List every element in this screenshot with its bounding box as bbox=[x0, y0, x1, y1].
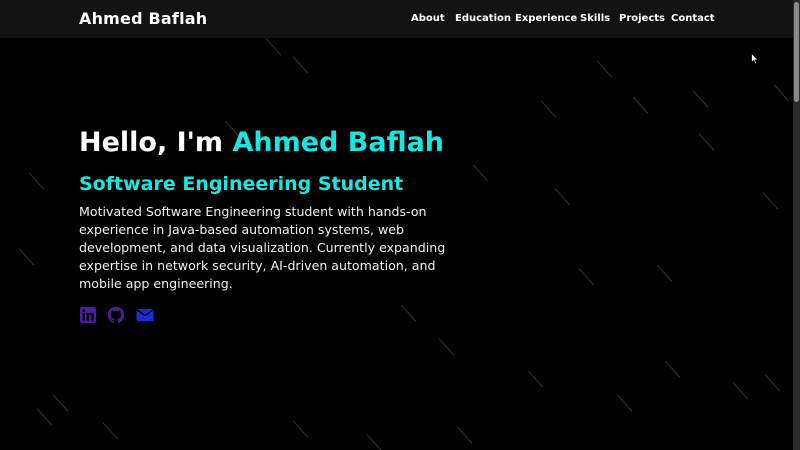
scrollbar-thumb[interactable] bbox=[794, 2, 799, 102]
nav-link-education[interactable]: Education bbox=[455, 13, 511, 24]
mail-icon[interactable] bbox=[136, 306, 154, 324]
nav-link-experience[interactable]: Experience bbox=[515, 13, 577, 24]
hero-role: Software Engineering Student bbox=[79, 173, 404, 195]
mouse-cursor-icon bbox=[751, 53, 759, 65]
page: Ahmed Baflah About Education Experience … bbox=[0, 0, 800, 450]
hero-greeting: Hello, I'm bbox=[79, 127, 224, 158]
top-navbar: Ahmed Baflah About Education Experience … bbox=[0, 0, 793, 38]
scrollbar-track[interactable] bbox=[793, 0, 800, 450]
nav-link-about[interactable]: About bbox=[411, 13, 445, 24]
github-icon[interactable] bbox=[107, 306, 125, 324]
nav-link-skills[interactable]: Skills bbox=[580, 13, 610, 24]
hero-section: Hello, I'm Ahmed Baflah Software Enginee… bbox=[79, 124, 459, 293]
hero-heading: Hello, I'm Ahmed Baflah bbox=[79, 124, 459, 162]
linkedin-icon[interactable] bbox=[79, 306, 97, 324]
hero-name: Ahmed Baflah bbox=[232, 127, 445, 158]
brand-logo[interactable]: Ahmed Baflah bbox=[79, 9, 207, 28]
nav-link-projects[interactable]: Projects bbox=[619, 13, 665, 24]
nav-link-contact[interactable]: Contact bbox=[671, 13, 715, 24]
hero-description: Motivated Software Engineering student w… bbox=[79, 204, 446, 291]
